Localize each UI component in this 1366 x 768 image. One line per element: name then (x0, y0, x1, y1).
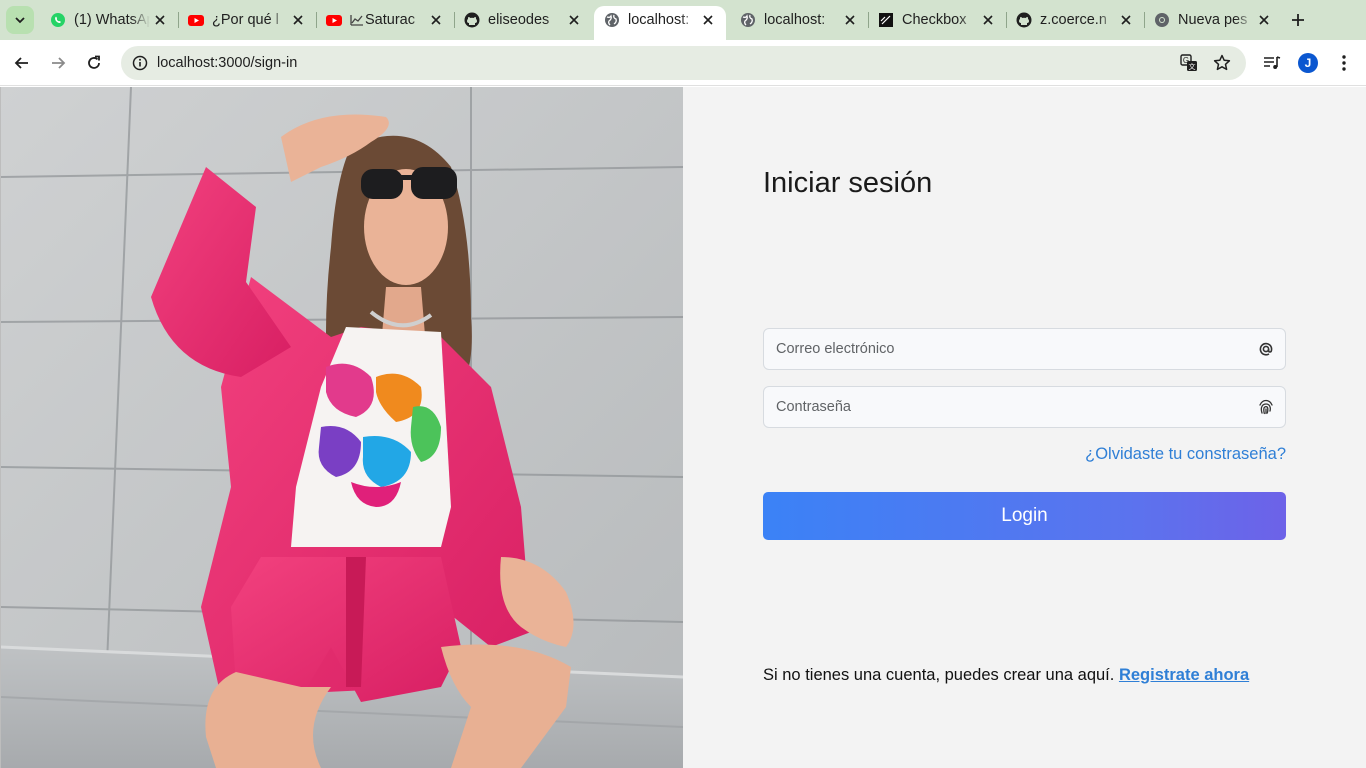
svg-text:文: 文 (1189, 62, 1196, 71)
tab-github-1[interactable]: eliseodes (454, 6, 592, 34)
translate-icon[interactable]: G文 (1178, 52, 1200, 74)
tab-title: z.coerce.n (1040, 12, 1107, 28)
arrow-left-icon (14, 57, 28, 69)
media-queue-icon (1264, 56, 1281, 69)
close-icon[interactable] (150, 10, 170, 30)
close-icon[interactable] (288, 10, 308, 30)
youtube-icon (326, 12, 342, 28)
new-tab-button[interactable] (1286, 8, 1310, 32)
register-link[interactable]: Registrate ahora (1119, 666, 1249, 684)
tab-title: Nueva pes (1178, 12, 1248, 28)
site-info-icon[interactable] (129, 52, 151, 74)
tab-strip: (1) WhatsApp ¿Por qué l Saturac eliseode… (0, 0, 1366, 40)
github-icon (464, 12, 480, 28)
kebab-menu-icon (1342, 55, 1346, 71)
tab-title: localhost: (628, 12, 690, 28)
tab-title: Checkbox (902, 12, 967, 28)
page-title: Iniciar sesión (763, 167, 933, 199)
close-icon[interactable] (978, 10, 998, 30)
forward-button[interactable] (44, 49, 72, 77)
back-button[interactable] (8, 49, 36, 77)
browser-toolbar: localhost:3000/sign-in G文 J (0, 40, 1366, 86)
globe-icon (604, 12, 620, 28)
page-content: Iniciar sesión ¿Olvidaste tu constraseña… (0, 87, 1366, 768)
tab-title: (1) WhatsApp (74, 12, 150, 28)
password-input[interactable] (764, 387, 1285, 427)
password-field[interactable] (763, 386, 1286, 428)
reload-button[interactable] (80, 49, 108, 77)
tab-localhost-2[interactable]: localhost: (730, 6, 868, 34)
plus-icon (1292, 14, 1304, 26)
globe-icon (740, 12, 756, 28)
at-icon (1257, 340, 1275, 358)
tab-search-button[interactable] (6, 6, 34, 34)
chevron-down-icon (15, 17, 25, 24)
tab-title: localhost: (764, 12, 826, 28)
email-input[interactable] (764, 329, 1285, 369)
hero-photo (0, 87, 683, 768)
tab-github-2[interactable]: z.coerce.n (1006, 6, 1144, 34)
signin-panel: Iniciar sesión ¿Olvidaste tu constraseña… (683, 87, 1366, 768)
tab-whatsapp[interactable]: (1) WhatsApp (40, 6, 178, 34)
checkbox-site-icon (878, 12, 894, 28)
bookmark-star-icon[interactable] (1211, 52, 1233, 74)
youtube-icon (188, 12, 204, 28)
github-icon (1016, 12, 1032, 28)
tab-youtube-1[interactable]: ¿Por qué l (178, 6, 316, 34)
tab-title: eliseodes (488, 12, 550, 28)
close-icon[interactable] (1116, 10, 1136, 30)
arrow-right-icon (52, 57, 66, 69)
address-bar[interactable]: localhost:3000/sign-in G文 (121, 46, 1246, 80)
close-icon[interactable] (1254, 10, 1274, 30)
whatsapp-icon (50, 12, 66, 28)
tab-youtube-2[interactable]: Saturac (316, 6, 454, 34)
login-button[interactable]: Login (763, 492, 1286, 540)
tab-title: ¿Por qué l (212, 12, 279, 28)
media-controls-button[interactable] (1258, 49, 1286, 77)
trend-icon (350, 13, 364, 27)
url-text[interactable]: localhost:3000/sign-in (157, 55, 297, 71)
close-icon[interactable] (840, 10, 860, 30)
tab-title: Saturac (365, 12, 415, 28)
chrome-icon (1154, 12, 1170, 28)
forgot-password-link[interactable]: ¿Olvidaste tu constraseña? (1085, 445, 1286, 464)
close-icon[interactable] (426, 10, 446, 30)
tab-localhost-active[interactable]: localhost: (594, 6, 726, 40)
tab-checkbox[interactable]: Checkbox (868, 6, 1006, 34)
browser-menu-button[interactable] (1330, 49, 1358, 77)
signup-prompt: Si no tienes una cuenta, puedes crear un… (763, 666, 1249, 685)
close-icon[interactable] (698, 10, 718, 30)
tab-new-page[interactable]: Nueva pes (1144, 6, 1282, 34)
reload-icon (88, 55, 100, 69)
close-icon[interactable] (564, 10, 584, 30)
fingerprint-icon (1257, 398, 1275, 416)
profile-avatar[interactable]: J (1298, 53, 1318, 73)
email-field[interactable] (763, 328, 1286, 370)
signup-text: Si no tienes una cuenta, puedes crear un… (763, 666, 1115, 684)
